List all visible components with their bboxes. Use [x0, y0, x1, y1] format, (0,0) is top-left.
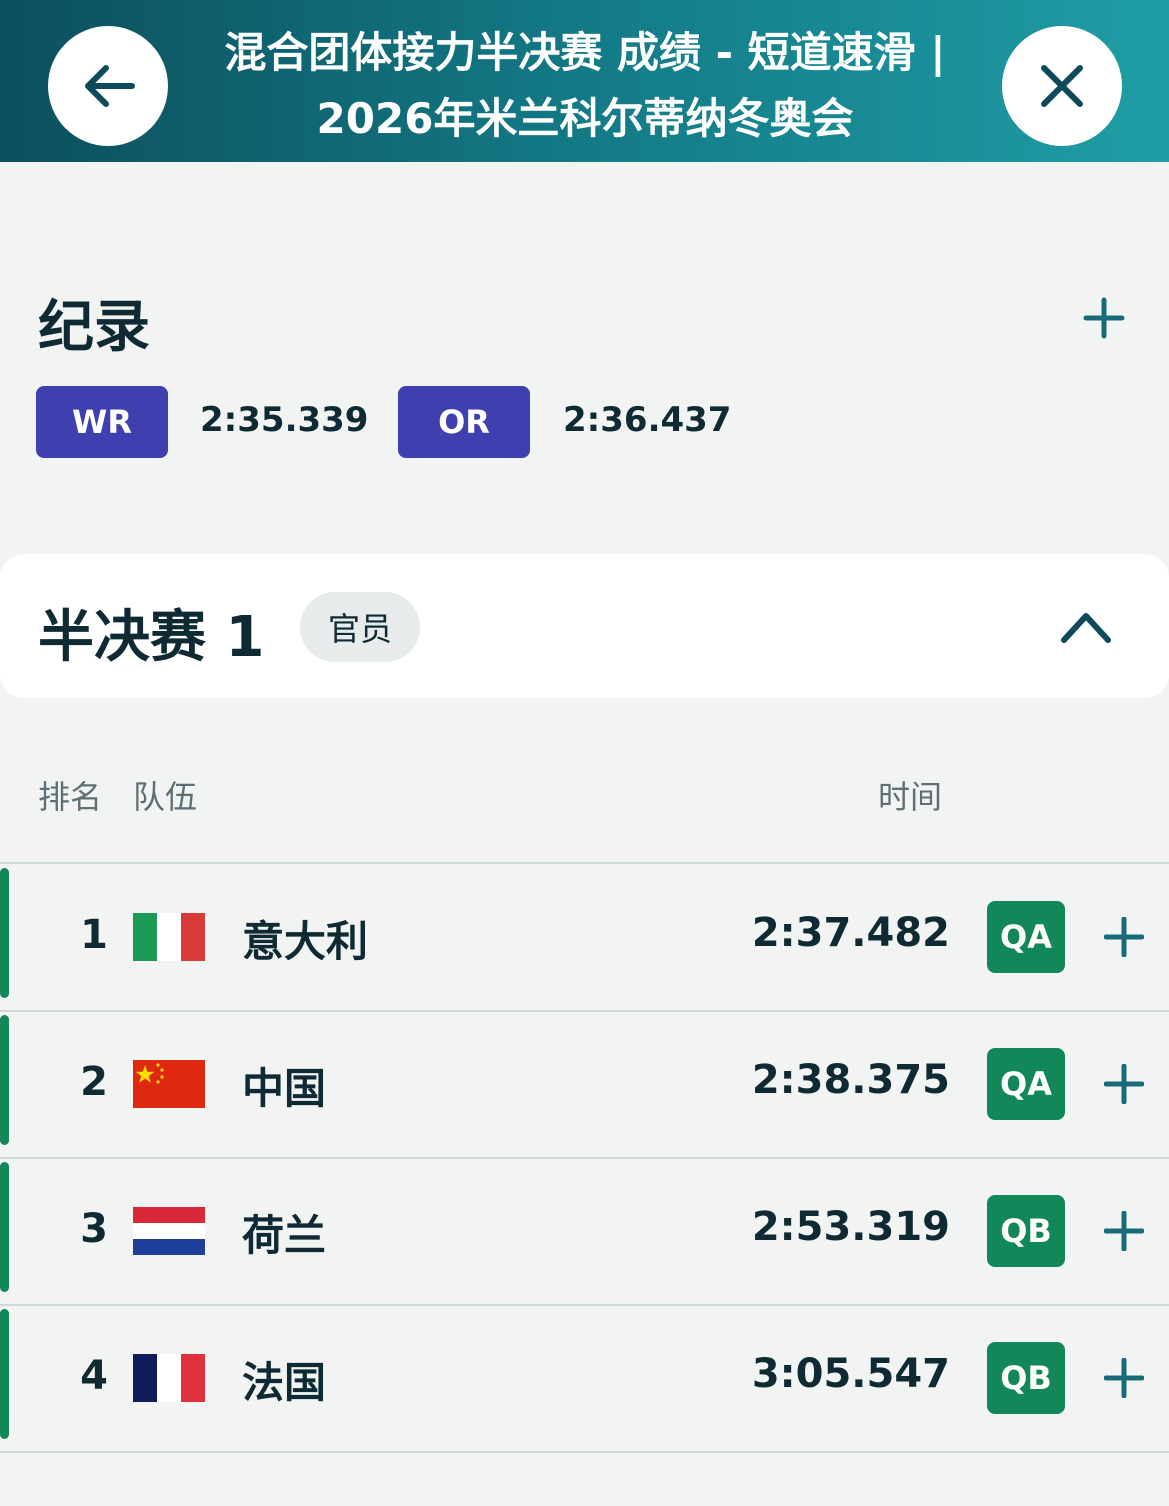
column-header-team: 队伍	[133, 778, 198, 816]
rank: 3	[80, 1206, 108, 1252]
italy-flag-icon	[133, 913, 205, 961]
plus-icon	[1103, 916, 1145, 958]
france-flag-icon	[133, 1354, 205, 1402]
arrow-left-icon	[85, 65, 135, 107]
olympic-record-badge: OR	[398, 386, 530, 458]
close-icon	[1041, 65, 1083, 107]
chevron-up-icon	[1061, 613, 1111, 643]
qualified-indicator	[0, 1162, 9, 1292]
team-name: 法国	[242, 1358, 327, 1407]
row-expand-button[interactable]	[1103, 1357, 1145, 1399]
china-flag-icon	[133, 1060, 205, 1108]
rank: 1	[80, 912, 108, 958]
header-bar: 混合团体接力半决赛 成绩 - 短道速滑 | 2026年米兰科尔蒂纳冬奥会	[0, 0, 1169, 162]
divider	[0, 1451, 1169, 1453]
table-row[interactable]: 4 法国 3:05.547 QB	[0, 1305, 1169, 1451]
team-name: 中国	[242, 1064, 327, 1113]
olympic-record-value: 2:36.437	[563, 400, 732, 440]
collapse-button[interactable]	[1058, 604, 1114, 648]
qualified-indicator	[0, 1015, 9, 1145]
column-header-time: 时间	[878, 778, 943, 816]
qualified-indicator	[0, 1309, 9, 1439]
records-title: 纪录	[38, 295, 150, 360]
team-name: 意大利	[242, 917, 369, 966]
row-expand-button[interactable]	[1103, 916, 1145, 958]
qualification-badge: QA	[987, 901, 1065, 973]
semifinal-title: 半决赛 1	[38, 605, 265, 670]
race-time: 2:37.482	[751, 910, 950, 956]
world-record-badge: WR	[36, 386, 168, 458]
close-button[interactable]	[1002, 26, 1122, 146]
status-badge: 官员	[300, 592, 420, 662]
qualification-badge: QB	[987, 1195, 1065, 1267]
qualification-badge: QB	[987, 1342, 1065, 1414]
rank: 2	[80, 1059, 108, 1105]
team-name: 荷兰	[242, 1211, 327, 1260]
world-record-value: 2:35.339	[200, 400, 369, 440]
row-expand-button[interactable]	[1103, 1210, 1145, 1252]
back-button[interactable]	[48, 26, 168, 146]
page-title-line-1: 混合团体接力半决赛 成绩 - 短道速滑 |	[224, 28, 946, 77]
plus-icon	[1103, 1210, 1145, 1252]
race-time: 2:38.375	[751, 1057, 950, 1103]
race-time: 3:05.547	[751, 1351, 950, 1397]
table-row[interactable]: 2 中国 2:38.375 QA	[0, 1011, 1169, 1157]
page-title-line-2: 2026年米兰科尔蒂纳冬奥会	[316, 94, 854, 143]
column-header-rank: 排名	[38, 778, 103, 816]
race-time: 2:53.319	[751, 1204, 950, 1250]
records-expand-button[interactable]	[1082, 296, 1126, 340]
rank: 4	[80, 1353, 108, 1399]
netherlands-flag-icon	[133, 1207, 205, 1255]
plus-icon	[1103, 1063, 1145, 1105]
row-expand-button[interactable]	[1103, 1063, 1145, 1105]
qualification-badge: QA	[987, 1048, 1065, 1120]
qualified-indicator	[0, 868, 9, 998]
plus-icon	[1103, 1357, 1145, 1399]
page-title: 混合团体接力半决赛 成绩 - 短道速滑 | 2026年米兰科尔蒂纳冬奥会	[176, 20, 994, 152]
table-row[interactable]: 1 意大利 2:37.482 QA	[0, 864, 1169, 1010]
plus-icon	[1083, 297, 1125, 339]
table-row[interactable]: 3 荷兰 2:53.319 QB	[0, 1158, 1169, 1304]
